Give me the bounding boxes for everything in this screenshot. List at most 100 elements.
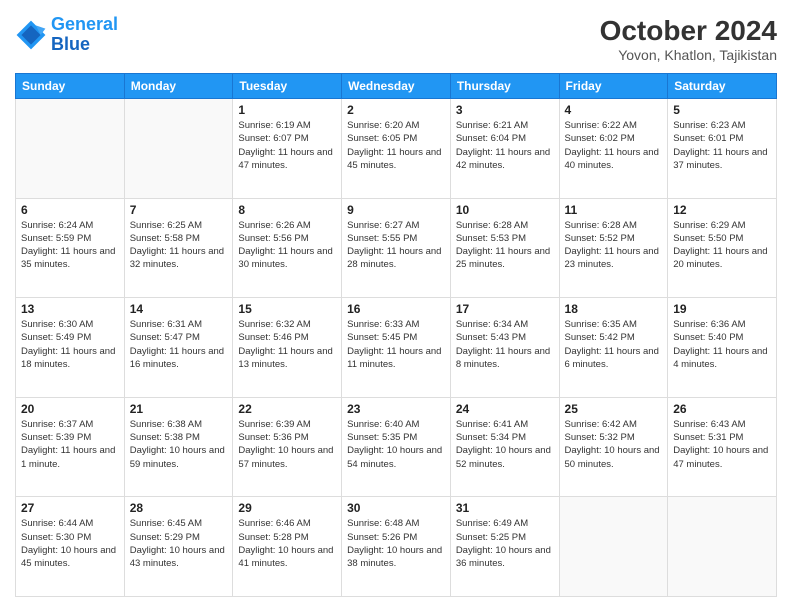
sunrise-text: Sunrise: 6:19 AM <box>238 119 336 132</box>
daylight-text: Daylight: 11 hours and 25 minutes. <box>456 245 554 272</box>
day-number: 20 <box>21 402 119 416</box>
day-number: 11 <box>565 203 663 217</box>
day-info: Sunrise: 6:28 AM Sunset: 5:52 PM Dayligh… <box>565 219 663 272</box>
week-row-5: 27 Sunrise: 6:44 AM Sunset: 5:30 PM Dayl… <box>16 497 777 597</box>
day-number: 26 <box>673 402 771 416</box>
week-row-2: 6 Sunrise: 6:24 AM Sunset: 5:59 PM Dayli… <box>16 198 777 298</box>
day-info: Sunrise: 6:49 AM Sunset: 5:25 PM Dayligh… <box>456 517 554 570</box>
sunset-text: Sunset: 5:34 PM <box>456 431 554 444</box>
sunset-text: Sunset: 5:45 PM <box>347 331 445 344</box>
header-sunday: Sunday <box>16 74 125 99</box>
sunrise-text: Sunrise: 6:32 AM <box>238 318 336 331</box>
sunset-text: Sunset: 5:47 PM <box>130 331 228 344</box>
daylight-text: Daylight: 11 hours and 23 minutes. <box>565 245 663 272</box>
sunset-text: Sunset: 5:31 PM <box>673 431 771 444</box>
day-number: 30 <box>347 501 445 515</box>
table-row: 20 Sunrise: 6:37 AM Sunset: 5:39 PM Dayl… <box>16 397 125 497</box>
day-info: Sunrise: 6:39 AM Sunset: 5:36 PM Dayligh… <box>238 418 336 471</box>
sunset-text: Sunset: 5:36 PM <box>238 431 336 444</box>
sunset-text: Sunset: 5:58 PM <box>130 232 228 245</box>
sunrise-text: Sunrise: 6:29 AM <box>673 219 771 232</box>
sunrise-text: Sunrise: 6:25 AM <box>130 219 228 232</box>
daylight-text: Daylight: 11 hours and 20 minutes. <box>673 245 771 272</box>
sunrise-text: Sunrise: 6:26 AM <box>238 219 336 232</box>
daylight-text: Daylight: 10 hours and 36 minutes. <box>456 544 554 571</box>
day-info: Sunrise: 6:40 AM Sunset: 5:35 PM Dayligh… <box>347 418 445 471</box>
header-friday: Friday <box>559 74 668 99</box>
day-number: 6 <box>21 203 119 217</box>
sunset-text: Sunset: 5:40 PM <box>673 331 771 344</box>
day-info: Sunrise: 6:44 AM Sunset: 5:30 PM Dayligh… <box>21 517 119 570</box>
day-info: Sunrise: 6:25 AM Sunset: 5:58 PM Dayligh… <box>130 219 228 272</box>
header-saturday: Saturday <box>668 74 777 99</box>
sunrise-text: Sunrise: 6:45 AM <box>130 517 228 530</box>
table-row: 9 Sunrise: 6:27 AM Sunset: 5:55 PM Dayli… <box>342 198 451 298</box>
day-number: 31 <box>456 501 554 515</box>
day-number: 14 <box>130 302 228 316</box>
day-info: Sunrise: 6:38 AM Sunset: 5:38 PM Dayligh… <box>130 418 228 471</box>
sunset-text: Sunset: 6:07 PM <box>238 132 336 145</box>
day-info: Sunrise: 6:20 AM Sunset: 6:05 PM Dayligh… <box>347 119 445 172</box>
table-row: 26 Sunrise: 6:43 AM Sunset: 5:31 PM Dayl… <box>668 397 777 497</box>
sunrise-text: Sunrise: 6:31 AM <box>130 318 228 331</box>
day-info: Sunrise: 6:29 AM Sunset: 5:50 PM Dayligh… <box>673 219 771 272</box>
day-info: Sunrise: 6:36 AM Sunset: 5:40 PM Dayligh… <box>673 318 771 371</box>
day-info: Sunrise: 6:23 AM Sunset: 6:01 PM Dayligh… <box>673 119 771 172</box>
table-row: 25 Sunrise: 6:42 AM Sunset: 5:32 PM Dayl… <box>559 397 668 497</box>
day-info: Sunrise: 6:35 AM Sunset: 5:42 PM Dayligh… <box>565 318 663 371</box>
day-info: Sunrise: 6:37 AM Sunset: 5:39 PM Dayligh… <box>21 418 119 471</box>
daylight-text: Daylight: 11 hours and 37 minutes. <box>673 146 771 173</box>
day-info: Sunrise: 6:32 AM Sunset: 5:46 PM Dayligh… <box>238 318 336 371</box>
sunrise-text: Sunrise: 6:27 AM <box>347 219 445 232</box>
sunset-text: Sunset: 5:46 PM <box>238 331 336 344</box>
title-section: October 2024 Yovon, Khatlon, Tajikistan <box>600 15 777 63</box>
sunset-text: Sunset: 6:02 PM <box>565 132 663 145</box>
day-info: Sunrise: 6:31 AM Sunset: 5:47 PM Dayligh… <box>130 318 228 371</box>
table-row: 11 Sunrise: 6:28 AM Sunset: 5:52 PM Dayl… <box>559 198 668 298</box>
day-info: Sunrise: 6:46 AM Sunset: 5:28 PM Dayligh… <box>238 517 336 570</box>
day-info: Sunrise: 6:33 AM Sunset: 5:45 PM Dayligh… <box>347 318 445 371</box>
sunset-text: Sunset: 5:38 PM <box>130 431 228 444</box>
day-info: Sunrise: 6:45 AM Sunset: 5:29 PM Dayligh… <box>130 517 228 570</box>
table-row: 1 Sunrise: 6:19 AM Sunset: 6:07 PM Dayli… <box>233 99 342 199</box>
daylight-text: Daylight: 11 hours and 11 minutes. <box>347 345 445 372</box>
table-row <box>668 497 777 597</box>
day-info: Sunrise: 6:48 AM Sunset: 5:26 PM Dayligh… <box>347 517 445 570</box>
table-row: 15 Sunrise: 6:32 AM Sunset: 5:46 PM Dayl… <box>233 298 342 398</box>
sunset-text: Sunset: 5:35 PM <box>347 431 445 444</box>
sunset-text: Sunset: 5:52 PM <box>565 232 663 245</box>
daylight-text: Daylight: 11 hours and 18 minutes. <box>21 345 119 372</box>
daylight-text: Daylight: 11 hours and 47 minutes. <box>238 146 336 173</box>
sunrise-text: Sunrise: 6:48 AM <box>347 517 445 530</box>
sunset-text: Sunset: 5:28 PM <box>238 531 336 544</box>
sunset-text: Sunset: 5:53 PM <box>456 232 554 245</box>
daylight-text: Daylight: 10 hours and 45 minutes. <box>21 544 119 571</box>
sunrise-text: Sunrise: 6:46 AM <box>238 517 336 530</box>
sunrise-text: Sunrise: 6:39 AM <box>238 418 336 431</box>
day-number: 23 <box>347 402 445 416</box>
table-row: 21 Sunrise: 6:38 AM Sunset: 5:38 PM Dayl… <box>124 397 233 497</box>
table-row: 24 Sunrise: 6:41 AM Sunset: 5:34 PM Dayl… <box>450 397 559 497</box>
sunrise-text: Sunrise: 6:35 AM <box>565 318 663 331</box>
table-row: 8 Sunrise: 6:26 AM Sunset: 5:56 PM Dayli… <box>233 198 342 298</box>
day-number: 2 <box>347 103 445 117</box>
sunset-text: Sunset: 5:55 PM <box>347 232 445 245</box>
day-number: 17 <box>456 302 554 316</box>
daylight-text: Daylight: 10 hours and 59 minutes. <box>130 444 228 471</box>
day-info: Sunrise: 6:42 AM Sunset: 5:32 PM Dayligh… <box>565 418 663 471</box>
week-row-4: 20 Sunrise: 6:37 AM Sunset: 5:39 PM Dayl… <box>16 397 777 497</box>
day-info: Sunrise: 6:41 AM Sunset: 5:34 PM Dayligh… <box>456 418 554 471</box>
header: General Blue October 2024 Yovon, Khatlon… <box>15 15 777 63</box>
table-row: 7 Sunrise: 6:25 AM Sunset: 5:58 PM Dayli… <box>124 198 233 298</box>
table-row: 17 Sunrise: 6:34 AM Sunset: 5:43 PM Dayl… <box>450 298 559 398</box>
day-number: 18 <box>565 302 663 316</box>
day-info: Sunrise: 6:19 AM Sunset: 6:07 PM Dayligh… <box>238 119 336 172</box>
daylight-text: Daylight: 11 hours and 4 minutes. <box>673 345 771 372</box>
sunset-text: Sunset: 5:59 PM <box>21 232 119 245</box>
day-number: 29 <box>238 501 336 515</box>
sunrise-text: Sunrise: 6:37 AM <box>21 418 119 431</box>
sunrise-text: Sunrise: 6:28 AM <box>456 219 554 232</box>
sunset-text: Sunset: 5:42 PM <box>565 331 663 344</box>
daylight-text: Daylight: 11 hours and 16 minutes. <box>130 345 228 372</box>
header-wednesday: Wednesday <box>342 74 451 99</box>
